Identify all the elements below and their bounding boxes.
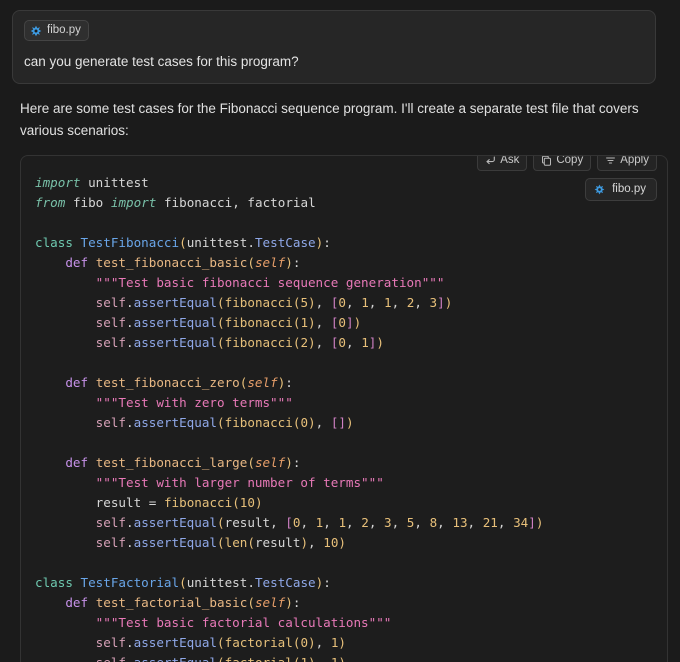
user-message-bubble: fibo.py can you generate test cases for … <box>12 10 656 84</box>
filter-icon <box>605 156 616 166</box>
python-file-icon <box>594 184 605 195</box>
return-arrow-icon <box>485 156 496 166</box>
code-block-card: Ask Copy Apply fibo.py import unittest f… <box>20 155 668 662</box>
attached-file-chip[interactable]: fibo.py <box>24 20 89 41</box>
apply-button-label: Apply <box>620 155 649 166</box>
copy-button-label: Copy <box>556 155 584 166</box>
ask-button-label: Ask <box>500 155 520 166</box>
code-line: import unittest <box>35 175 149 190</box>
code-line: """Test with zero terms""" <box>95 395 293 410</box>
copy-icon <box>541 156 552 166</box>
code-block-toolbar: Ask Copy Apply <box>477 155 657 171</box>
code-line: class TestFibonacci(unittest.TestCase): <box>35 235 331 250</box>
code-line: self.assertEqual(fibonacci(2), [0, 1]) <box>95 335 384 350</box>
copy-button[interactable]: Copy <box>533 155 592 171</box>
code-line: self.assertEqual(factorial(1), 1) <box>35 653 543 662</box>
assistant-intro-text: Here are some test cases for the Fibonac… <box>20 101 639 138</box>
attached-file-name: fibo.py <box>47 24 81 36</box>
code-line: """Test basic factorial calculations""" <box>95 615 392 630</box>
code-line: """Test with larger number of terms""" <box>95 475 384 490</box>
code-line: self.assertEqual(fibonacci(0), []) <box>95 415 354 430</box>
code-line: """Test basic fibonacci sequence generat… <box>95 275 445 290</box>
code-line: self.assertEqual(fibonacci(1), [0]) <box>95 315 362 330</box>
chat-panel: fibo.py can you generate test cases for … <box>0 0 680 662</box>
code-file-badge[interactable]: fibo.py <box>585 178 657 201</box>
code-line: from fibo import fibonacci, factorial <box>35 195 316 210</box>
ask-button[interactable]: Ask <box>477 155 528 171</box>
code-content[interactable]: import unittest from fibo import fibonacc… <box>21 156 543 662</box>
code-line: self.assertEqual(fibonacci(5), [0, 1, 1,… <box>95 295 453 310</box>
apply-button[interactable]: Apply <box>597 155 657 171</box>
code-line: def test_fibonacci_large(self): <box>65 455 301 470</box>
code-line: result = fibonacci(10) <box>95 495 263 510</box>
code-line: self.assertEqual(len(result), 10) <box>95 535 346 550</box>
code-file-badge-label: fibo.py <box>612 183 646 195</box>
code-line: def test_factorial_basic(self): <box>65 595 301 610</box>
python-file-icon <box>30 25 42 37</box>
code-line: class TestFactorial(unittest.TestCase): <box>35 575 331 590</box>
code-line: self.assertEqual(factorial(0), 1) <box>95 635 347 650</box>
code-line: def test_fibonacci_basic(self): <box>65 255 301 270</box>
user-message-text: can you generate test cases for this pro… <box>24 53 299 69</box>
code-line: def test_fibonacci_zero(self): <box>65 375 293 390</box>
code-line: self.assertEqual(result, [0, 1, 1, 2, 3,… <box>95 515 544 530</box>
